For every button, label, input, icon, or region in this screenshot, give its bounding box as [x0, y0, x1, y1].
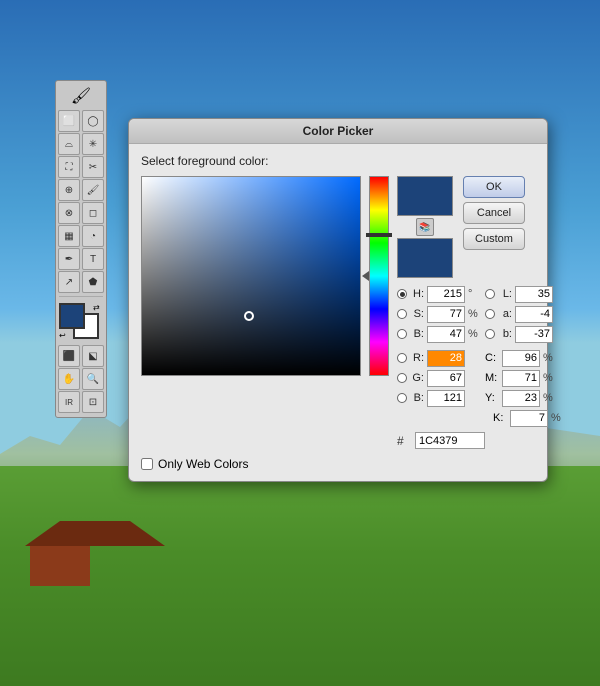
hue-slider-container[interactable]: [369, 176, 389, 376]
toolbar: 🖌 ⬜ ◯ ⌓ ✳ ⛶ ✂ ⊕ 🖌 ⊗ ◻ ▦ ◔ ✒ T ↗ ⬟ ⇄ ↩ ⬛ …: [55, 80, 107, 418]
color-values-section: H: ° L: S: % a:: [397, 284, 565, 449]
reset-colors-icon[interactable]: ↩: [59, 331, 69, 341]
brush-tool[interactable]: 🖌: [82, 179, 104, 201]
tool-row-3: ⛶ ✂: [58, 156, 104, 178]
type-tool[interactable]: T: [82, 248, 104, 270]
color-library-icon[interactable]: 📚: [416, 218, 434, 236]
gradient-picker[interactable]: [141, 176, 361, 376]
L-radio[interactable]: [485, 289, 495, 299]
tool-row-bottom: IR ⊡: [58, 391, 104, 413]
tool-row-1: ⬜ ◯: [58, 110, 104, 132]
color-preview-area: 📚: [397, 176, 453, 278]
lasso-tool[interactable]: ⌓: [58, 133, 80, 155]
red-row: R: C: %: [397, 348, 565, 368]
marquee-rect-tool[interactable]: ⬜: [58, 110, 80, 132]
zoom-tool[interactable]: 🔍: [82, 368, 104, 390]
sat-radio[interactable]: [397, 309, 407, 319]
dialog-title: Color Picker: [303, 124, 374, 138]
swap-colors-icon[interactable]: ⇄: [93, 303, 103, 313]
gradient-canvas[interactable]: [141, 176, 361, 376]
hex-row: #: [397, 432, 565, 449]
marquee-ellipse-tool[interactable]: ◯: [82, 110, 104, 132]
hue-slider[interactable]: [369, 176, 389, 376]
hue-input[interactable]: [427, 286, 465, 303]
hex-label: #: [397, 434, 411, 448]
healing-tool[interactable]: ⊕: [58, 179, 80, 201]
a-input[interactable]: [515, 306, 553, 323]
B-input[interactable]: [427, 390, 465, 407]
hex-input[interactable]: [415, 432, 485, 449]
tool-row-5: ⊗ ◻: [58, 202, 104, 224]
old-color-preview: [397, 238, 453, 278]
new-color-preview: [397, 176, 453, 216]
dodge-tool[interactable]: ◔: [82, 225, 104, 247]
hue-radio[interactable]: [397, 289, 407, 299]
shape-tool[interactable]: ⬟: [82, 271, 104, 293]
sat-input[interactable]: [427, 306, 465, 323]
R-radio[interactable]: [397, 353, 407, 363]
color-picker-dialog: Color Picker Select foreground color:: [128, 118, 548, 482]
G-radio[interactable]: [397, 373, 407, 383]
tool-row-7: ✒ T: [58, 248, 104, 270]
stamp-tool[interactable]: ⊗: [58, 202, 80, 224]
eraser-tool[interactable]: ◻: [82, 202, 104, 224]
jump-to-imageready[interactable]: IR: [58, 391, 80, 413]
dialog-main: 📚 OK Cancel Custom H:: [141, 176, 535, 449]
bright-radio[interactable]: [397, 329, 407, 339]
hue-row: H: ° L:: [397, 284, 565, 304]
color-swatches: ⇄ ↩: [59, 303, 103, 341]
slice-tool[interactable]: ✂: [82, 156, 104, 178]
top-right: 📚 OK Cancel Custom: [397, 176, 565, 278]
dialog-buttons: OK Cancel Custom: [463, 176, 525, 250]
foreground-color-swatch[interactable]: [59, 303, 85, 329]
right-panel: 📚 OK Cancel Custom H:: [397, 176, 565, 449]
tool-row-4: ⊕ 🖌: [58, 179, 104, 201]
Y-input[interactable]: [502, 390, 540, 407]
B-radio[interactable]: [397, 393, 407, 403]
gradient-tool[interactable]: ▦: [58, 225, 80, 247]
b-radio[interactable]: [485, 329, 495, 339]
saturation-row: S: % a:: [397, 304, 565, 324]
quick-mask-tool[interactable]: ⬛: [58, 345, 80, 367]
toolbar-separator: [59, 296, 103, 297]
tool-row-extra: ⬛ ⬕: [58, 345, 104, 367]
pen-tool[interactable]: ✒: [58, 248, 80, 270]
tool-row-6: ▦ ◔: [58, 225, 104, 247]
blue-row: B: Y: %: [397, 388, 565, 408]
only-web-colors-row: Only Web Colors: [141, 457, 535, 471]
barn: [30, 526, 100, 586]
only-web-colors-label: Only Web Colors: [158, 457, 248, 471]
brightness-row: B: % b:: [397, 324, 565, 344]
b-input[interactable]: [515, 326, 553, 343]
magic-wand-tool[interactable]: ✳: [82, 133, 104, 155]
tool-row-8: ↗ ⬟: [58, 271, 104, 293]
K-input[interactable]: [510, 410, 548, 427]
L-input[interactable]: [515, 286, 553, 303]
path-select-tool[interactable]: ↗: [58, 271, 80, 293]
dialog-header-label: Select foreground color:: [141, 154, 535, 168]
G-input[interactable]: [427, 370, 465, 387]
a-radio[interactable]: [485, 309, 495, 319]
hand-tool[interactable]: ✋: [58, 368, 80, 390]
tool-row-2: ⌓ ✳: [58, 133, 104, 155]
dialog-titlebar: Color Picker: [129, 119, 547, 144]
C-input[interactable]: [502, 350, 540, 367]
M-input[interactable]: [502, 370, 540, 387]
screen-mode-tool[interactable]: ⬕: [82, 345, 104, 367]
bright-input[interactable]: [427, 326, 465, 343]
dialog-body: Select foreground color: 📚: [129, 144, 547, 481]
brush-large-icon: 🖌: [59, 85, 103, 107]
R-input[interactable]: [427, 350, 465, 367]
cancel-button[interactable]: Cancel: [463, 202, 525, 224]
ok-button[interactable]: OK: [463, 176, 525, 198]
tool-row-zoom: ✋ 🔍: [58, 368, 104, 390]
green-row: G: M: %: [397, 368, 565, 388]
extra-tool[interactable]: ⊡: [82, 391, 104, 413]
crop-tool[interactable]: ⛶: [58, 156, 80, 178]
only-web-colors-checkbox[interactable]: [141, 458, 153, 470]
custom-button[interactable]: Custom: [463, 228, 525, 250]
K-row: K: %: [397, 408, 565, 428]
spectrum-arrow: [362, 271, 369, 281]
